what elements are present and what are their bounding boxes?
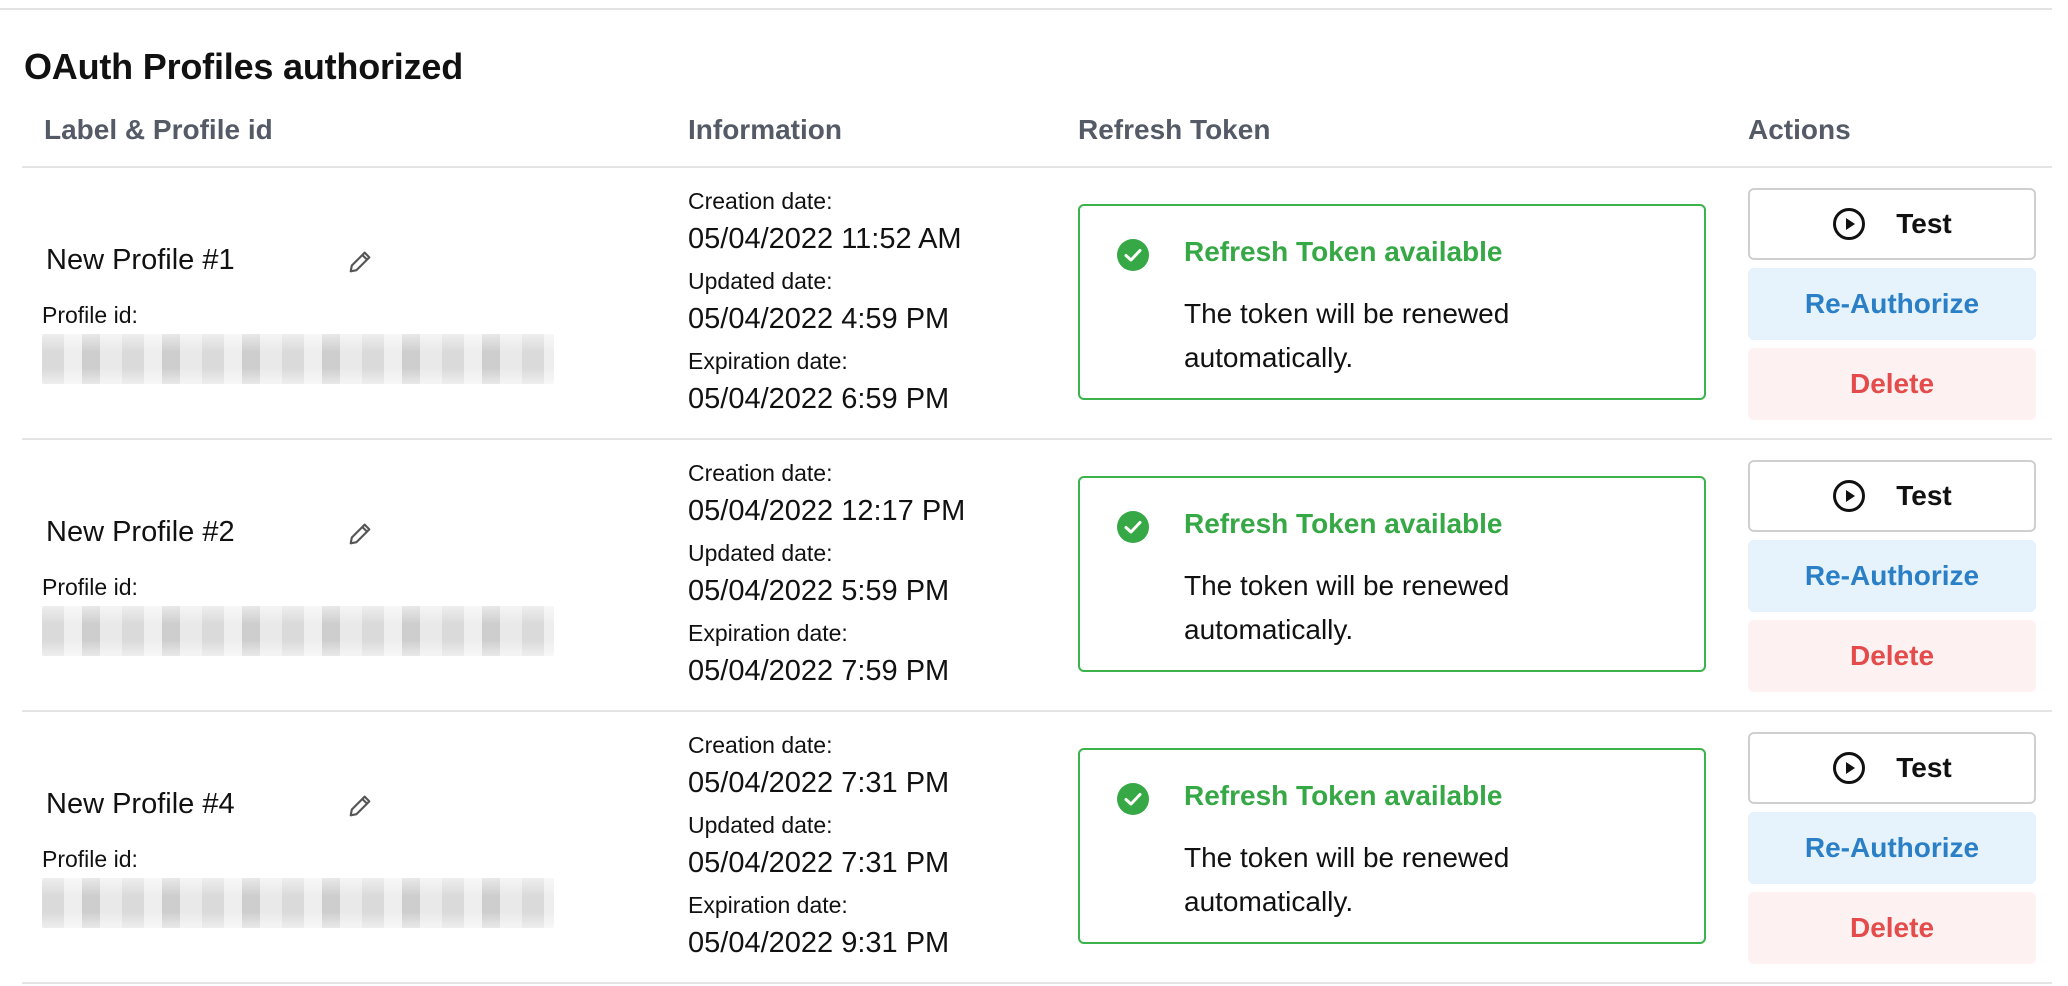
check-circle-icon	[1116, 782, 1150, 816]
refresh-token-status: Refresh Token available The token will b…	[1078, 748, 1706, 944]
check-circle-icon	[1116, 238, 1150, 272]
edit-pencil-icon[interactable]	[346, 248, 374, 276]
creation-date-label: Creation date:	[688, 732, 833, 758]
re-authorize-button[interactable]: Re-Authorize	[1748, 540, 2036, 612]
token-status-description: The token will be renewed automatically.	[1184, 842, 1510, 917]
section-title: OAuth Profiles authorized	[24, 46, 464, 87]
profile-id-redacted	[42, 878, 554, 928]
delete-button[interactable]: Delete	[1748, 348, 2036, 420]
token-status-title: Refresh Token available	[1184, 780, 1503, 811]
profile-name: New Profile #1	[46, 244, 235, 276]
oauth-profiles-page: OAuth Profiles authorized Label & Profil…	[0, 0, 2068, 986]
test-button-label: Test	[1896, 208, 1952, 239]
updated-date-label: Updated date:	[688, 540, 833, 566]
updated-date-value: 05/04/2022 7:31 PM	[688, 847, 950, 879]
expiration-date-value: 05/04/2022 6:59 PM	[688, 383, 950, 415]
test-button[interactable]: Test	[1748, 188, 2036, 260]
updated-date-value: 05/04/2022 5:59 PM	[688, 575, 950, 607]
column-header-actions: Actions	[1748, 114, 1851, 145]
token-status-title: Refresh Token available	[1184, 236, 1503, 267]
re-authorize-button[interactable]: Re-Authorize	[1748, 812, 2036, 884]
divider	[0, 8, 2052, 10]
play-circle-icon	[1833, 480, 1866, 512]
profile-id-label: Profile id:	[42, 574, 138, 600]
delete-button[interactable]: Delete	[1748, 892, 2036, 964]
token-status-description: The token will be renewed automatically.	[1184, 298, 1510, 373]
delete-button[interactable]: Delete	[1748, 620, 2036, 692]
profile-information: Creation date: 05/04/2022 7:31 PM Update…	[688, 730, 949, 970]
play-circle-icon	[1833, 752, 1866, 784]
check-circle-icon	[1116, 510, 1150, 544]
edit-pencil-icon[interactable]	[346, 792, 374, 820]
profile-id-label: Profile id:	[42, 302, 138, 328]
profile-information: Creation date: 05/04/2022 12:17 PM Updat…	[688, 458, 965, 698]
profile-row: New Profile #1 Profile id: Creation date…	[22, 168, 2052, 440]
test-button-label: Test	[1896, 480, 1952, 511]
expiration-date-label: Expiration date:	[688, 348, 848, 374]
profile-id-redacted	[42, 606, 554, 656]
profile-name: New Profile #4	[46, 788, 235, 820]
play-circle-icon	[1833, 208, 1866, 240]
profile-row: New Profile #2 Profile id: Creation date…	[22, 440, 2052, 712]
column-header-refresh-token: Refresh Token	[1078, 114, 1271, 145]
creation-date-value: 05/04/2022 7:31 PM	[688, 767, 950, 799]
creation-date-label: Creation date:	[688, 188, 833, 214]
creation-date-value: 05/04/2022 12:17 PM	[688, 495, 966, 527]
test-button-label: Test	[1896, 752, 1952, 783]
profile-name: New Profile #2	[46, 516, 235, 548]
expiration-date-value: 05/04/2022 7:59 PM	[688, 655, 950, 687]
expiration-date-label: Expiration date:	[688, 620, 848, 646]
refresh-token-status: Refresh Token available The token will b…	[1078, 476, 1706, 672]
profile-id-redacted	[42, 334, 554, 384]
profile-id-label: Profile id:	[42, 846, 138, 872]
column-header-information: Information	[688, 114, 842, 145]
expiration-date-value: 05/04/2022 9:31 PM	[688, 927, 950, 959]
token-status-title: Refresh Token available	[1184, 508, 1503, 539]
profile-information: Creation date: 05/04/2022 11:52 AM Updat…	[688, 186, 962, 426]
updated-date-value: 05/04/2022 4:59 PM	[688, 303, 950, 335]
test-button[interactable]: Test	[1748, 460, 2036, 532]
profile-row: New Profile #4 Profile id: Creation date…	[22, 712, 2052, 984]
re-authorize-button[interactable]: Re-Authorize	[1748, 268, 2036, 340]
row-divider	[22, 982, 2052, 984]
creation-date-label: Creation date:	[688, 460, 833, 486]
creation-date-value: 05/04/2022 11:52 AM	[688, 223, 962, 255]
column-header-label: Label & Profile id	[44, 114, 273, 145]
updated-date-label: Updated date:	[688, 268, 833, 294]
token-status-description: The token will be renewed automatically.	[1184, 570, 1510, 645]
expiration-date-label: Expiration date:	[688, 892, 848, 918]
test-button[interactable]: Test	[1748, 732, 2036, 804]
updated-date-label: Updated date:	[688, 812, 833, 838]
refresh-token-status: Refresh Token available The token will b…	[1078, 204, 1706, 400]
edit-pencil-icon[interactable]	[346, 520, 374, 548]
